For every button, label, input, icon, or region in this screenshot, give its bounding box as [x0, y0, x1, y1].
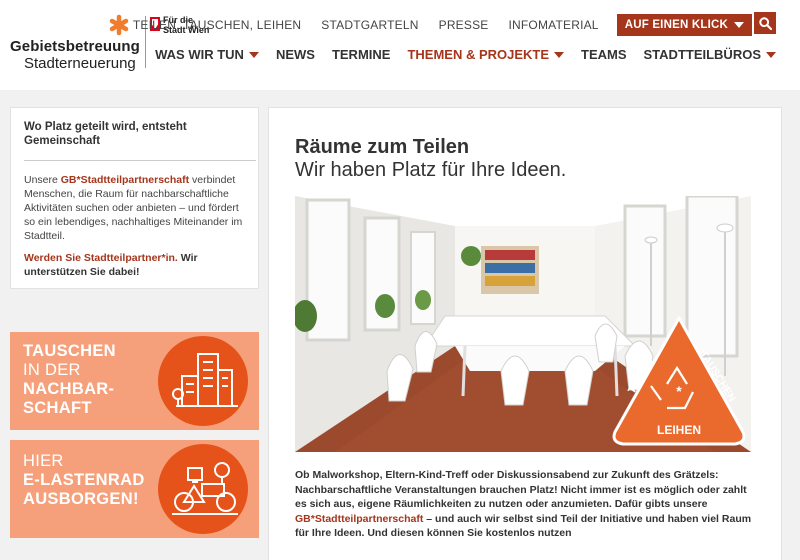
body-partnership-link[interactable]: GB*Stadtteilpartnerschaft: [295, 513, 423, 525]
nav-news[interactable]: NEWS: [276, 47, 315, 62]
buildings-icon: [172, 353, 238, 407]
caret-down-icon: [554, 51, 565, 58]
svg-text:*: *: [676, 383, 682, 399]
chevron-down-icon: [734, 22, 744, 28]
page-subtitle: Wir haben Platz für Ihre Ideen.: [295, 159, 567, 181]
quick-access-button[interactable]: AUF EINEN KLICK: [616, 14, 752, 36]
nav-stadtteilbueros[interactable]: STADTTEILBÜROS: [644, 47, 776, 62]
promo-tauschen-banner[interactable]: TAUSCHEN IN DER NACHBAR- SCHAFT: [10, 332, 259, 430]
promo-tauschen-text: TAUSCHEN IN DER NACHBAR- SCHAFT: [23, 342, 116, 417]
infobox-text: Unsere GB*Stadtteilpartnerschaft verbind…: [24, 174, 243, 242]
page-title: Räume zum Teilen: [295, 136, 470, 158]
logo-title: Gebietsbetreuung: [10, 38, 140, 55]
partnership-info-box: Wo Platz geteilt wird, entsteht Gemeinsc…: [10, 107, 259, 289]
topnav-presse[interactable]: PRESSE: [439, 18, 489, 32]
logo-subtitle: Stadterneuerung: [24, 55, 136, 72]
partnership-link[interactable]: GB*Stadtteilpartnerschaft: [61, 174, 189, 186]
topnav-stadtgarteln[interactable]: STADTGARTELN: [321, 18, 418, 32]
promo-lastenrad-text: HIER E-LASTENRAD AUSBORGEN!: [23, 452, 145, 508]
promo-icon-circle: [158, 444, 248, 534]
become-partner-link[interactable]: Werden Sie Stadtteilpartner*in.: [24, 252, 178, 264]
promo-icon-circle: [158, 336, 248, 426]
top-navigation: TEILEN, TAUSCHEN, LEIHEN STADTGARTELN PR…: [113, 14, 752, 36]
room-photo-illustration: * LEIHEN TEILEN TAUSCHEN: [295, 196, 751, 452]
promo-lastenrad-banner[interactable]: HIER E-LASTENRAD AUSBORGEN!: [10, 440, 259, 538]
topnav-infomaterial[interactable]: INFOMATERIAL: [509, 18, 599, 32]
caret-down-icon: [248, 51, 259, 58]
search-button[interactable]: [754, 12, 776, 34]
infobox-cta: Werden Sie Stadtteilpartner*in. Wir unte…: [24, 252, 198, 278]
main-content-card: Räume zum Teilen Wir haben Platz für Ihr…: [268, 107, 782, 560]
nav-themen-projekte[interactable]: THEMEN & PROJEKTE: [407, 47, 565, 62]
nav-teams[interactable]: TEAMS: [581, 47, 627, 62]
badge-leihen: LEIHEN: [657, 423, 701, 437]
main-navigation: WAS WIR TUN NEWS TERMINE THEMEN & PROJEK…: [138, 47, 776, 62]
search-icon: [758, 16, 772, 30]
caret-down-icon: [766, 51, 776, 58]
body-paragraph: Ob Malworkshop, Eltern-Kind-Treff oder D…: [295, 469, 752, 539]
cargo-bike-icon: [172, 462, 238, 515]
site-header: Gebietsbetreuung Stadterneuerung Für die…: [0, 0, 800, 90]
topnav-teilen[interactable]: TEILEN, TAUSCHEN, LEIHEN: [133, 18, 301, 32]
room-photo: * LEIHEN TEILEN TAUSCHEN: [295, 196, 751, 452]
nav-termine[interactable]: TERMINE: [332, 47, 391, 62]
infobox-title: Wo Platz geteilt wird, entsteht Gemeinsc…: [24, 120, 256, 161]
nav-was-wir-tun[interactable]: WAS WIR TUN: [155, 47, 259, 62]
